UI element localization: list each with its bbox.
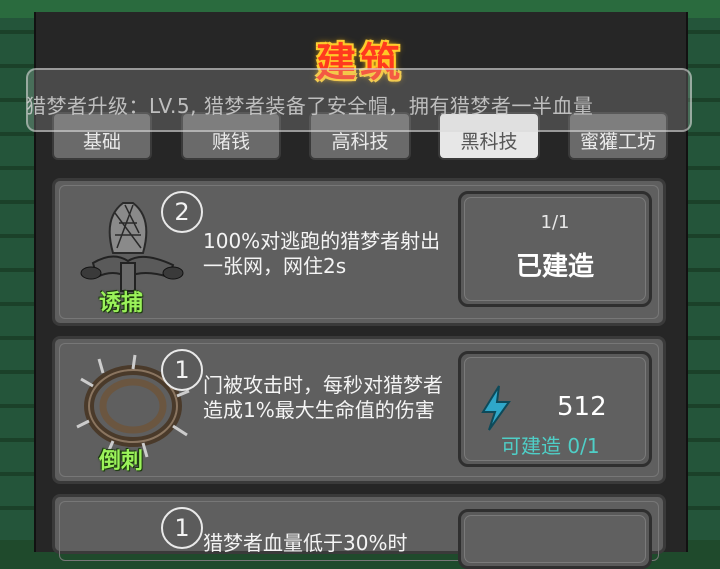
build-button[interactable]: 512 可建造 0/1: [458, 351, 652, 467]
build-availability: 可建造 0/1: [501, 434, 600, 458]
building-description: 门被攻击时，每秒对猎梦者造成1%最大生命值的伤害: [203, 373, 443, 422]
upgrade-toast-text: 猎梦者升级：LV.5, 猎梦者装备了安全帽，拥有猎梦者一半血量: [26, 94, 594, 118]
building-card-thorns: 倒刺 1 门被攻击时，每秒对猎梦者造成1%最大生命值的伤害 512 可建造 0/…: [52, 336, 666, 484]
level-badge: 1: [161, 349, 203, 391]
level-badge: 1: [161, 507, 203, 549]
build-button[interactable]: [458, 509, 652, 569]
level-badge: 2: [161, 191, 203, 233]
building-card-trap: 诱捕 2 100%对逃跑的猎梦者射出一张网，网住2s 1/1 已建造: [52, 178, 666, 326]
build-status: 已建造: [515, 252, 594, 282]
built-button[interactable]: 1/1 已建造: [458, 191, 652, 307]
build-cost: 512: [557, 392, 607, 422]
building-name: 诱捕: [99, 291, 144, 316]
energy-bolt-icon: [481, 385, 511, 431]
building-description: 100%对逃跑的猎梦者射出一张网，网住2s: [203, 229, 441, 278]
building-name: 倒刺: [99, 449, 144, 474]
building-description: 猎梦者血量低于30%时: [203, 531, 408, 555]
building-card-partial: 1 猎梦者血量低于30%时: [52, 494, 666, 569]
build-count: 1/1: [540, 212, 570, 233]
